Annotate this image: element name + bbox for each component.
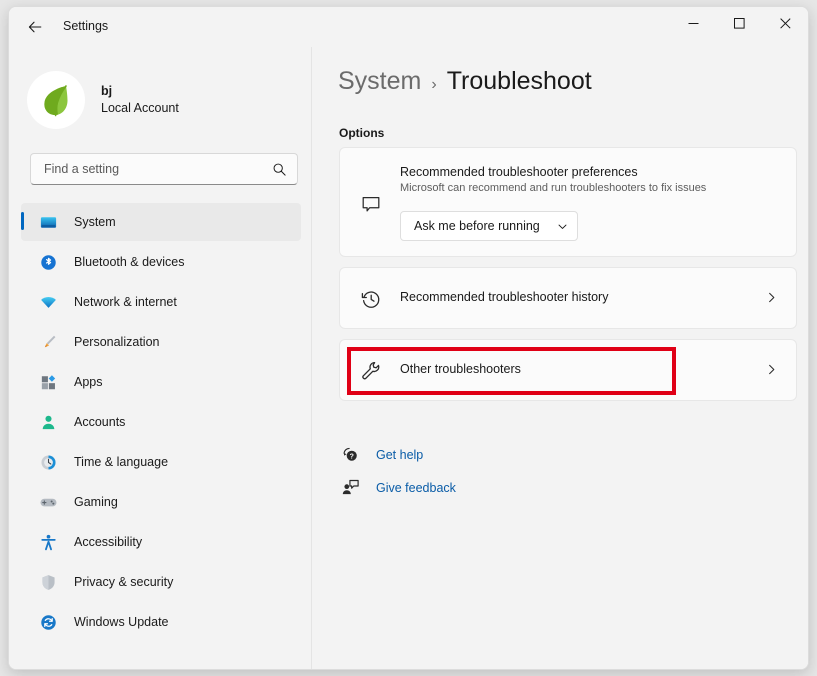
card-title: Recommended troubleshooter preferences [400,165,638,179]
sidebar-item-apps[interactable]: Apps [21,363,301,401]
account-type: Local Account [101,101,179,115]
shield-icon [35,573,61,592]
link-label: Give feedback [376,480,456,495]
search-box[interactable] [30,153,298,185]
navigation-list: System Bluetooth & devices Network & int… [21,203,301,643]
minimize-button[interactable] [670,7,716,39]
page-title: Troubleshoot [446,67,592,95]
monitor-icon [35,213,61,232]
sidebar-item-label: Network & internet [74,295,177,309]
help-question-icon: ? [338,445,362,464]
bluetooth-icon [35,253,61,272]
account-tile[interactable]: bj Local Account [27,65,287,135]
maximize-button[interactable] [716,7,762,39]
sidebar-item-label: System [74,215,116,229]
card-title: Recommended troubleshooter history [400,290,609,304]
minimize-icon [688,22,698,24]
give-feedback-link[interactable]: Give feedback [338,478,456,497]
sidebar-item-privacy-security[interactable]: Privacy & security [21,563,301,601]
sidebar-item-accessibility[interactable]: Accessibility [21,523,301,561]
speech-bubble-icon [358,192,384,218]
title-bar: Settings [9,7,808,47]
apps-icon [35,373,61,392]
main-content: System › Troubleshoot Options Recommende… [312,47,808,669]
paintbrush-icon [35,333,61,352]
chevron-right-icon[interactable] [765,363,778,376]
breadcrumb: System › Troubleshoot [338,67,592,96]
link-label: Get help [376,447,424,462]
sidebar-item-label: Gaming [74,495,118,509]
feedback-person-icon [338,478,362,497]
sidebar-item-label: Apps [74,375,103,389]
sidebar-item-personalization[interactable]: Personalization [21,323,301,361]
close-icon [779,17,791,29]
sidebar-item-label: Windows Update [74,615,169,629]
sidebar-item-label: Personalization [74,335,160,349]
account-name: bj [101,84,113,99]
accessibility-icon [35,533,61,552]
sidebar-item-gaming[interactable]: Gaming [21,483,301,521]
wrench-icon [358,358,384,384]
back-arrow-icon [28,21,42,33]
wifi-icon [35,293,61,312]
search-icon [273,163,286,176]
sidebar-item-windows-update[interactable]: Windows Update [21,603,301,641]
chevron-down-icon [557,221,568,232]
card-recommended-preferences: Recommended troubleshooter preferences M… [339,147,797,257]
leaf-avatar-icon [44,85,68,117]
sidebar: bj Local Account Find a setting System B… [9,47,312,669]
svg-text:?: ? [349,453,353,460]
person-icon [35,413,61,432]
update-icon [35,613,61,632]
gamepad-icon [35,493,61,512]
sidebar-item-network-internet[interactable]: Network & internet [21,283,301,321]
account-text: bj Local Account [101,83,179,117]
sidebar-item-label: Privacy & security [74,575,174,589]
back-button[interactable] [19,12,51,42]
app-title: Settings [63,19,109,33]
settings-window: Settings bj Local Account Find a setting… [8,6,809,670]
sidebar-item-label: Bluetooth & devices [74,255,185,269]
avatar [27,71,85,129]
breadcrumb-separator: › [431,76,437,93]
sidebar-item-label: Accounts [74,415,126,429]
sidebar-item-system[interactable]: System [21,203,301,241]
close-button[interactable] [762,7,808,39]
chevron-right-icon[interactable] [765,291,778,304]
clock-globe-icon [35,453,61,472]
card-troubleshooter-history[interactable]: Recommended troubleshooter history [339,267,797,329]
sidebar-item-bluetooth-devices[interactable]: Bluetooth & devices [21,243,301,281]
sidebar-item-label: Time & language [74,455,169,469]
breadcrumb-parent[interactable]: System [338,67,421,96]
maximize-icon [733,17,745,29]
preferences-text: Recommended troubleshooter preferences M… [400,165,706,194]
card-other-troubleshooters[interactable]: Other troubleshooters [339,339,797,401]
sidebar-item-time-language[interactable]: Time & language [21,443,301,481]
sidebar-item-accounts[interactable]: Accounts [21,403,301,441]
search-input[interactable] [42,161,261,177]
sidebar-item-label: Accessibility [74,535,143,549]
card-title: Other troubleshooters [400,362,521,376]
dropdown-selected-value: Ask me before running [414,219,540,233]
card-subtitle: Microsoft can recommend and run troubles… [400,182,707,194]
history-clock-icon [358,286,384,312]
recommended-preferences-dropdown[interactable]: Ask me before running [400,211,578,241]
get-help-link[interactable]: ? Get help [338,445,423,464]
section-label-options: Options [339,126,385,140]
